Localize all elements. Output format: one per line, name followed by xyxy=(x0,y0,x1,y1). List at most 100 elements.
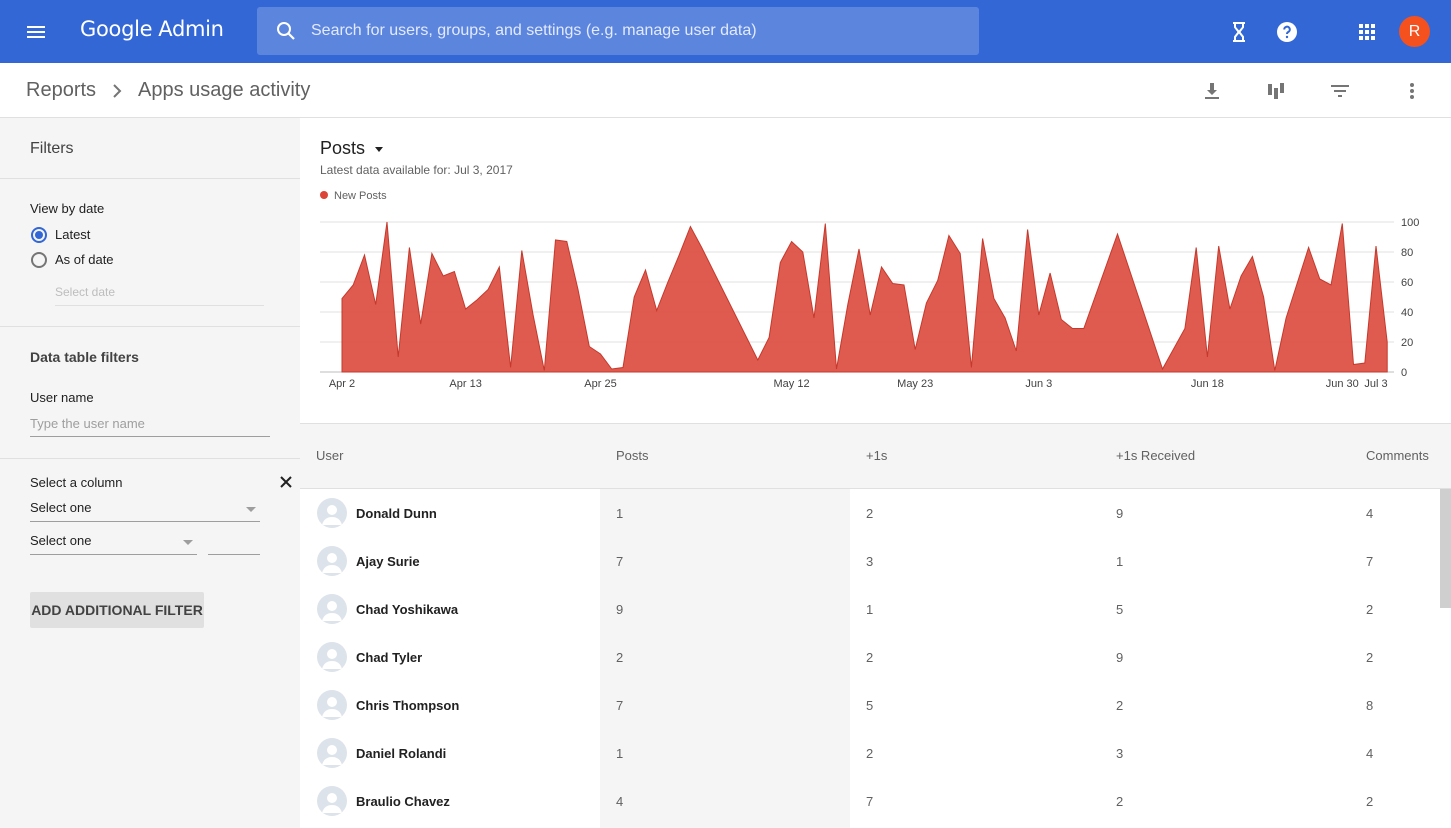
x-tick-label: Apr 2 xyxy=(329,378,355,390)
person-icon xyxy=(317,690,347,720)
table-row[interactable]: Chris Thompson 7 5 2 8 xyxy=(300,681,1451,729)
cell-comments: 2 xyxy=(1366,602,1374,617)
cell-plus-ones-received: 1 xyxy=(1116,554,1124,569)
chart-metric-dropdown[interactable]: Posts xyxy=(320,138,384,159)
person-icon xyxy=(317,738,347,768)
cell-plus-ones-received: 9 xyxy=(1116,506,1124,521)
dropdown-arrow-icon xyxy=(183,540,193,545)
filter-value-field[interactable] xyxy=(208,533,260,555)
breadcrumb: Reports Apps usage activity xyxy=(0,63,1451,118)
table-row[interactable]: Braulio Chavez 4 7 2 2 xyxy=(300,777,1451,825)
x-tick-label: Jul 3 xyxy=(1364,378,1387,390)
search-icon[interactable] xyxy=(274,19,298,43)
cell-comments: 2 xyxy=(1366,650,1374,665)
cell-posts: 2 xyxy=(616,650,624,665)
table-body: Donald Dunn 1 2 9 4 Ajay Surie 7 3 1 7 Chad Yoshik… xyxy=(300,489,1451,828)
table-scrollbar[interactable] xyxy=(1440,489,1451,608)
logo-google-text: Google xyxy=(80,17,153,41)
table-row[interactable]: Donald Dunn 1 2 9 4 xyxy=(300,489,1451,537)
close-icon[interactable] xyxy=(279,475,293,489)
help-icon[interactable] xyxy=(1275,20,1299,44)
table-row[interactable]: Chad Tyler 2 2 9 2 xyxy=(300,633,1451,681)
cell-plus-ones-received: 2 xyxy=(1116,794,1124,809)
breadcrumb-reports[interactable]: Reports xyxy=(26,79,96,102)
chart-panel: 0 20 40 60 80 100 Apr 2 Apr 13 Apr 25 May 12 May 2… xyxy=(300,118,1451,423)
user-name-input[interactable] xyxy=(30,411,270,435)
person-icon xyxy=(317,546,347,576)
x-tick-label: Apr 13 xyxy=(449,378,481,390)
chart-columns-icon[interactable] xyxy=(1264,79,1288,103)
search-input[interactable] xyxy=(311,7,961,55)
person-icon xyxy=(317,786,347,816)
series-area-new-posts xyxy=(341,221,1388,373)
y-tick-label: 100 xyxy=(1401,217,1419,229)
dropdown-arrow-icon xyxy=(246,507,256,512)
more-vert-icon[interactable] xyxy=(1400,79,1424,103)
apps-grid-icon[interactable] xyxy=(1355,20,1379,44)
user-name-cell[interactable]: Chris Thompson xyxy=(356,698,459,713)
view-by-date-label: View by date xyxy=(30,201,105,216)
select-date-field[interactable]: Select date xyxy=(55,284,264,306)
account-avatar[interactable]: R xyxy=(1399,16,1430,47)
add-additional-filter-button[interactable]: ADD ADDITIONAL FILTER xyxy=(30,592,204,628)
cell-comments: 4 xyxy=(1366,506,1374,521)
user-name-label: User name xyxy=(30,390,94,405)
user-name-cell[interactable]: Braulio Chavez xyxy=(356,794,450,809)
chart-legend: New Posts xyxy=(320,190,387,202)
table-row[interactable]: Chad Yoshikawa 9 1 5 2 xyxy=(300,585,1451,633)
legend-label: New Posts xyxy=(334,190,387,202)
cell-posts: 7 xyxy=(616,554,624,569)
select-column-label: Select a column xyxy=(30,475,123,490)
select-operator-dropdown[interactable]: Select one xyxy=(30,533,197,555)
cell-plus-ones: 5 xyxy=(866,698,874,713)
radio-latest[interactable] xyxy=(31,227,47,243)
column-header-user[interactable]: User xyxy=(316,448,343,463)
y-tick-label: 80 xyxy=(1401,247,1413,259)
column-header-posts[interactable]: Posts xyxy=(616,448,649,463)
y-tick-label: 40 xyxy=(1401,307,1413,319)
divider xyxy=(0,326,300,327)
radio-latest-label[interactable]: Latest xyxy=(55,227,90,242)
x-tick-label: Jun 30 xyxy=(1326,378,1359,390)
column-header-plus-ones-received[interactable]: +1s Received xyxy=(1116,448,1195,463)
radio-as-of-date[interactable] xyxy=(31,252,47,268)
user-name-cell[interactable]: Chad Yoshikawa xyxy=(356,602,458,617)
chevron-right-icon xyxy=(113,84,122,98)
table-row[interactable]: Ajay Surie 7 3 1 7 xyxy=(300,537,1451,585)
dropdown-arrow-icon xyxy=(375,146,384,152)
chart-subtitle: Latest data available for: Jul 3, 2017 xyxy=(320,163,513,177)
select-column-value: Select one xyxy=(30,500,92,515)
cell-plus-ones-received: 5 xyxy=(1116,602,1124,617)
table-row[interactable]: Daniel Rolandi 1 2 3 4 xyxy=(300,729,1451,777)
x-tick-label: Jun 3 xyxy=(1025,378,1052,390)
user-name-cell[interactable]: Chad Tyler xyxy=(356,650,422,665)
column-header-plus-ones[interactable]: +1s xyxy=(866,448,887,463)
page-title: Apps usage activity xyxy=(138,79,311,101)
x-tick-label: May 12 xyxy=(774,378,810,390)
google-admin-logo[interactable]: Google Admin xyxy=(80,17,224,41)
person-icon xyxy=(317,642,347,672)
user-name-cell[interactable]: Daniel Rolandi xyxy=(356,746,446,761)
user-name-cell[interactable]: Ajay Surie xyxy=(356,554,420,569)
cell-plus-ones: 7 xyxy=(866,794,874,809)
hourglass-icon[interactable] xyxy=(1227,20,1251,44)
cell-plus-ones-received: 2 xyxy=(1116,698,1124,713)
x-tick-label: Apr 25 xyxy=(584,378,616,390)
filter-icon[interactable] xyxy=(1328,79,1352,103)
top-app-bar: GoogleAdmin R xyxy=(0,0,1451,63)
logo-admin-text: Admin xyxy=(158,17,224,41)
user-name-field xyxy=(30,411,270,437)
radio-as-of-date-label[interactable]: As of date xyxy=(55,252,114,267)
cell-plus-ones: 2 xyxy=(866,650,874,665)
select-column-dropdown[interactable]: Select one xyxy=(30,500,260,522)
download-icon[interactable] xyxy=(1200,79,1224,103)
person-icon xyxy=(317,594,347,624)
column-header-comments[interactable]: Comments xyxy=(1366,448,1429,463)
user-name-cell[interactable]: Donald Dunn xyxy=(356,506,437,521)
table-header: User Posts +1s +1s Received Comments xyxy=(300,423,1451,489)
x-tick-label: Jun 18 xyxy=(1191,378,1224,390)
legend-swatch xyxy=(320,191,328,199)
menu-icon[interactable] xyxy=(24,20,48,44)
cell-posts: 1 xyxy=(616,506,624,521)
cell-comments: 2 xyxy=(1366,794,1374,809)
